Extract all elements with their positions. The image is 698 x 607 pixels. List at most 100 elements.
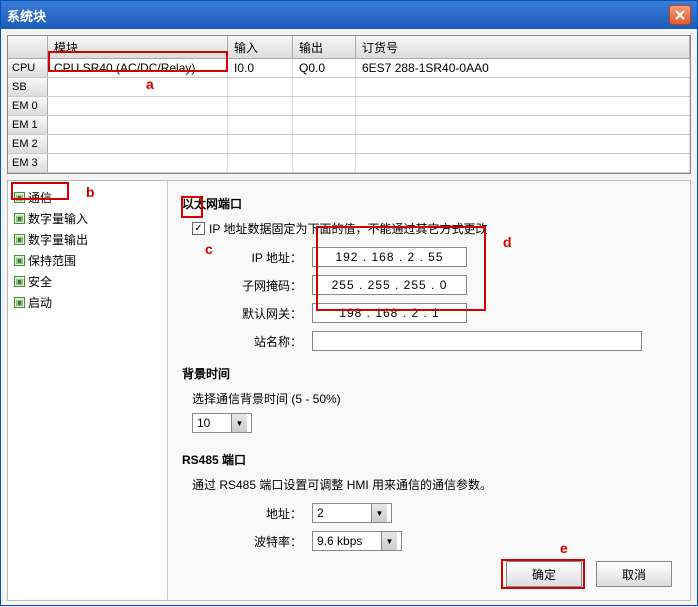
chevron-down-icon: ▼: [231, 414, 247, 432]
nav-label: 通信: [28, 189, 52, 206]
station-name-label: 站名称：: [182, 333, 312, 350]
header-output: 输出: [293, 36, 356, 58]
cell-order: [356, 78, 690, 96]
rs485-desc: 通过 RS485 端口设置可调整 HMI 用来通信的通信参数。: [192, 476, 676, 493]
header-input: 输入: [228, 36, 293, 58]
table-row[interactable]: EM 3: [8, 154, 690, 173]
header-module: 模块: [48, 36, 228, 58]
fix-ip-checkbox[interactable]: ✓: [192, 222, 205, 235]
nav-tree: ▣通信 ▣数字量输入 ▣数字量输出 ▣保持范围 ▣安全 ▣启动: [8, 181, 168, 600]
cell-module: [48, 135, 228, 153]
gateway-input[interactable]: 198 . 168 . 2 . 1: [312, 303, 467, 323]
cell-order: [356, 135, 690, 153]
cell-output: Q0.0: [293, 59, 356, 77]
nav-item-digital-output[interactable]: ▣数字量输出: [12, 229, 163, 250]
nav-item-retentive[interactable]: ▣保持范围: [12, 250, 163, 271]
gateway-label: 默认网关：: [182, 305, 312, 322]
subnet-mask-label: 子网掩码：: [182, 277, 312, 294]
cell-output: [293, 116, 356, 134]
cell-order: [356, 116, 690, 134]
background-section-title: 背景时间: [182, 365, 676, 382]
close-button[interactable]: [669, 5, 691, 25]
nav-item-communication[interactable]: ▣通信: [12, 187, 163, 208]
cell-order: 6ES7 288-1SR40-0AA0: [356, 59, 690, 77]
nav-label: 保持范围: [28, 252, 76, 269]
chevron-down-icon: ▼: [381, 532, 397, 550]
subnet-mask-input[interactable]: 255 . 255 . 255 . 0: [312, 275, 467, 295]
button-bar: 确定 取消: [182, 561, 676, 587]
grid-header: 模块 输入 输出 订货号: [8, 36, 690, 59]
station-name-input[interactable]: [312, 331, 642, 351]
cell-module: [48, 116, 228, 134]
table-row[interactable]: CPU CPU SR40 (AC/DC/Relay) I0.0 Q0.0 6ES…: [8, 59, 690, 78]
fix-ip-label: IP 地址数据固定为下面的值，不能通过其它方式更改: [209, 220, 487, 237]
row-slot: SB: [8, 78, 48, 96]
background-time-value: 10: [197, 416, 210, 430]
rs485-baud-select[interactable]: 9.6 kbps ▼: [312, 531, 402, 551]
rs485-address-select[interactable]: 2 ▼: [312, 503, 392, 523]
cell-order: [356, 154, 690, 172]
cell-module: [48, 97, 228, 115]
ok-button[interactable]: 确定: [506, 561, 582, 587]
nav-label: 启动: [28, 294, 52, 311]
table-row[interactable]: SB: [8, 78, 690, 97]
fix-ip-row: ✓ IP 地址数据固定为下面的值，不能通过其它方式更改: [192, 220, 676, 237]
rs485-address-value: 2: [317, 506, 324, 520]
cell-input: [228, 154, 293, 172]
row-slot: CPU: [8, 59, 48, 77]
background-desc: 选择通信背景时间 (5 - 50%): [192, 390, 676, 407]
nav-item-security[interactable]: ▣安全: [12, 271, 163, 292]
rs485-baud-value: 9.6 kbps: [317, 534, 362, 548]
cell-output: [293, 154, 356, 172]
cell-input: [228, 135, 293, 153]
ip-address-label: IP 地址：: [182, 249, 312, 266]
ethernet-section-title: 以太网端口: [182, 195, 676, 212]
close-icon: [675, 10, 685, 20]
titlebar: 系统块: [1, 1, 697, 29]
nav-item-digital-input[interactable]: ▣数字量输入: [12, 208, 163, 229]
cell-input: [228, 97, 293, 115]
rs485-address-label: 地址：: [182, 505, 312, 522]
row-slot: EM 3: [8, 154, 48, 172]
tree-icon: ▣: [14, 234, 25, 245]
cell-module: CPU SR40 (AC/DC/Relay): [48, 59, 228, 77]
row-slot: EM 0: [8, 97, 48, 115]
cell-input: [228, 116, 293, 134]
background-time-select[interactable]: 10 ▼: [192, 413, 252, 433]
cell-input: [228, 78, 293, 96]
module-grid: 模块 输入 输出 订货号 CPU CPU SR40 (AC/DC/Relay) …: [7, 35, 691, 174]
system-block-dialog: 系统块 模块 输入 输出 订货号 CPU CPU SR40 (AC/DC/Rel…: [0, 0, 698, 606]
rs485-baud-label: 波特率：: [182, 533, 312, 550]
settings-panel: 以太网端口 ✓ IP 地址数据固定为下面的值，不能通过其它方式更改 IP 地址：…: [168, 181, 690, 600]
cell-output: [293, 78, 356, 96]
table-row[interactable]: EM 0: [8, 97, 690, 116]
table-row[interactable]: EM 2: [8, 135, 690, 154]
row-slot: EM 2: [8, 135, 48, 153]
cell-module: [48, 154, 228, 172]
cell-output: [293, 135, 356, 153]
row-slot: EM 1: [8, 116, 48, 134]
cancel-button[interactable]: 取消: [596, 561, 672, 587]
dialog-content: 模块 输入 输出 订货号 CPU CPU SR40 (AC/DC/Relay) …: [1, 29, 697, 607]
tree-icon: ▣: [14, 213, 25, 224]
cell-module: [48, 78, 228, 96]
header-order: 订货号: [356, 36, 690, 58]
table-row[interactable]: EM 1: [8, 116, 690, 135]
tree-icon: ▣: [14, 297, 25, 308]
nav-label: 安全: [28, 273, 52, 290]
chevron-down-icon: ▼: [371, 504, 387, 522]
header-blank: [8, 36, 48, 58]
tree-icon: ▣: [14, 276, 25, 287]
dialog-title: 系统块: [7, 6, 669, 25]
nav-label: 数字量输出: [28, 231, 88, 248]
lower-pane: ▣通信 ▣数字量输入 ▣数字量输出 ▣保持范围 ▣安全 ▣启动 以太网端口 ✓ …: [7, 180, 691, 601]
cell-output: [293, 97, 356, 115]
nav-item-startup[interactable]: ▣启动: [12, 292, 163, 313]
ip-address-input[interactable]: 192 . 168 . 2 . 55: [312, 247, 467, 267]
cell-input: I0.0: [228, 59, 293, 77]
tree-icon: ▣: [14, 192, 25, 203]
nav-label: 数字量输入: [28, 210, 88, 227]
rs485-section-title: RS485 端口: [182, 451, 676, 468]
cell-order: [356, 97, 690, 115]
tree-icon: ▣: [14, 255, 25, 266]
